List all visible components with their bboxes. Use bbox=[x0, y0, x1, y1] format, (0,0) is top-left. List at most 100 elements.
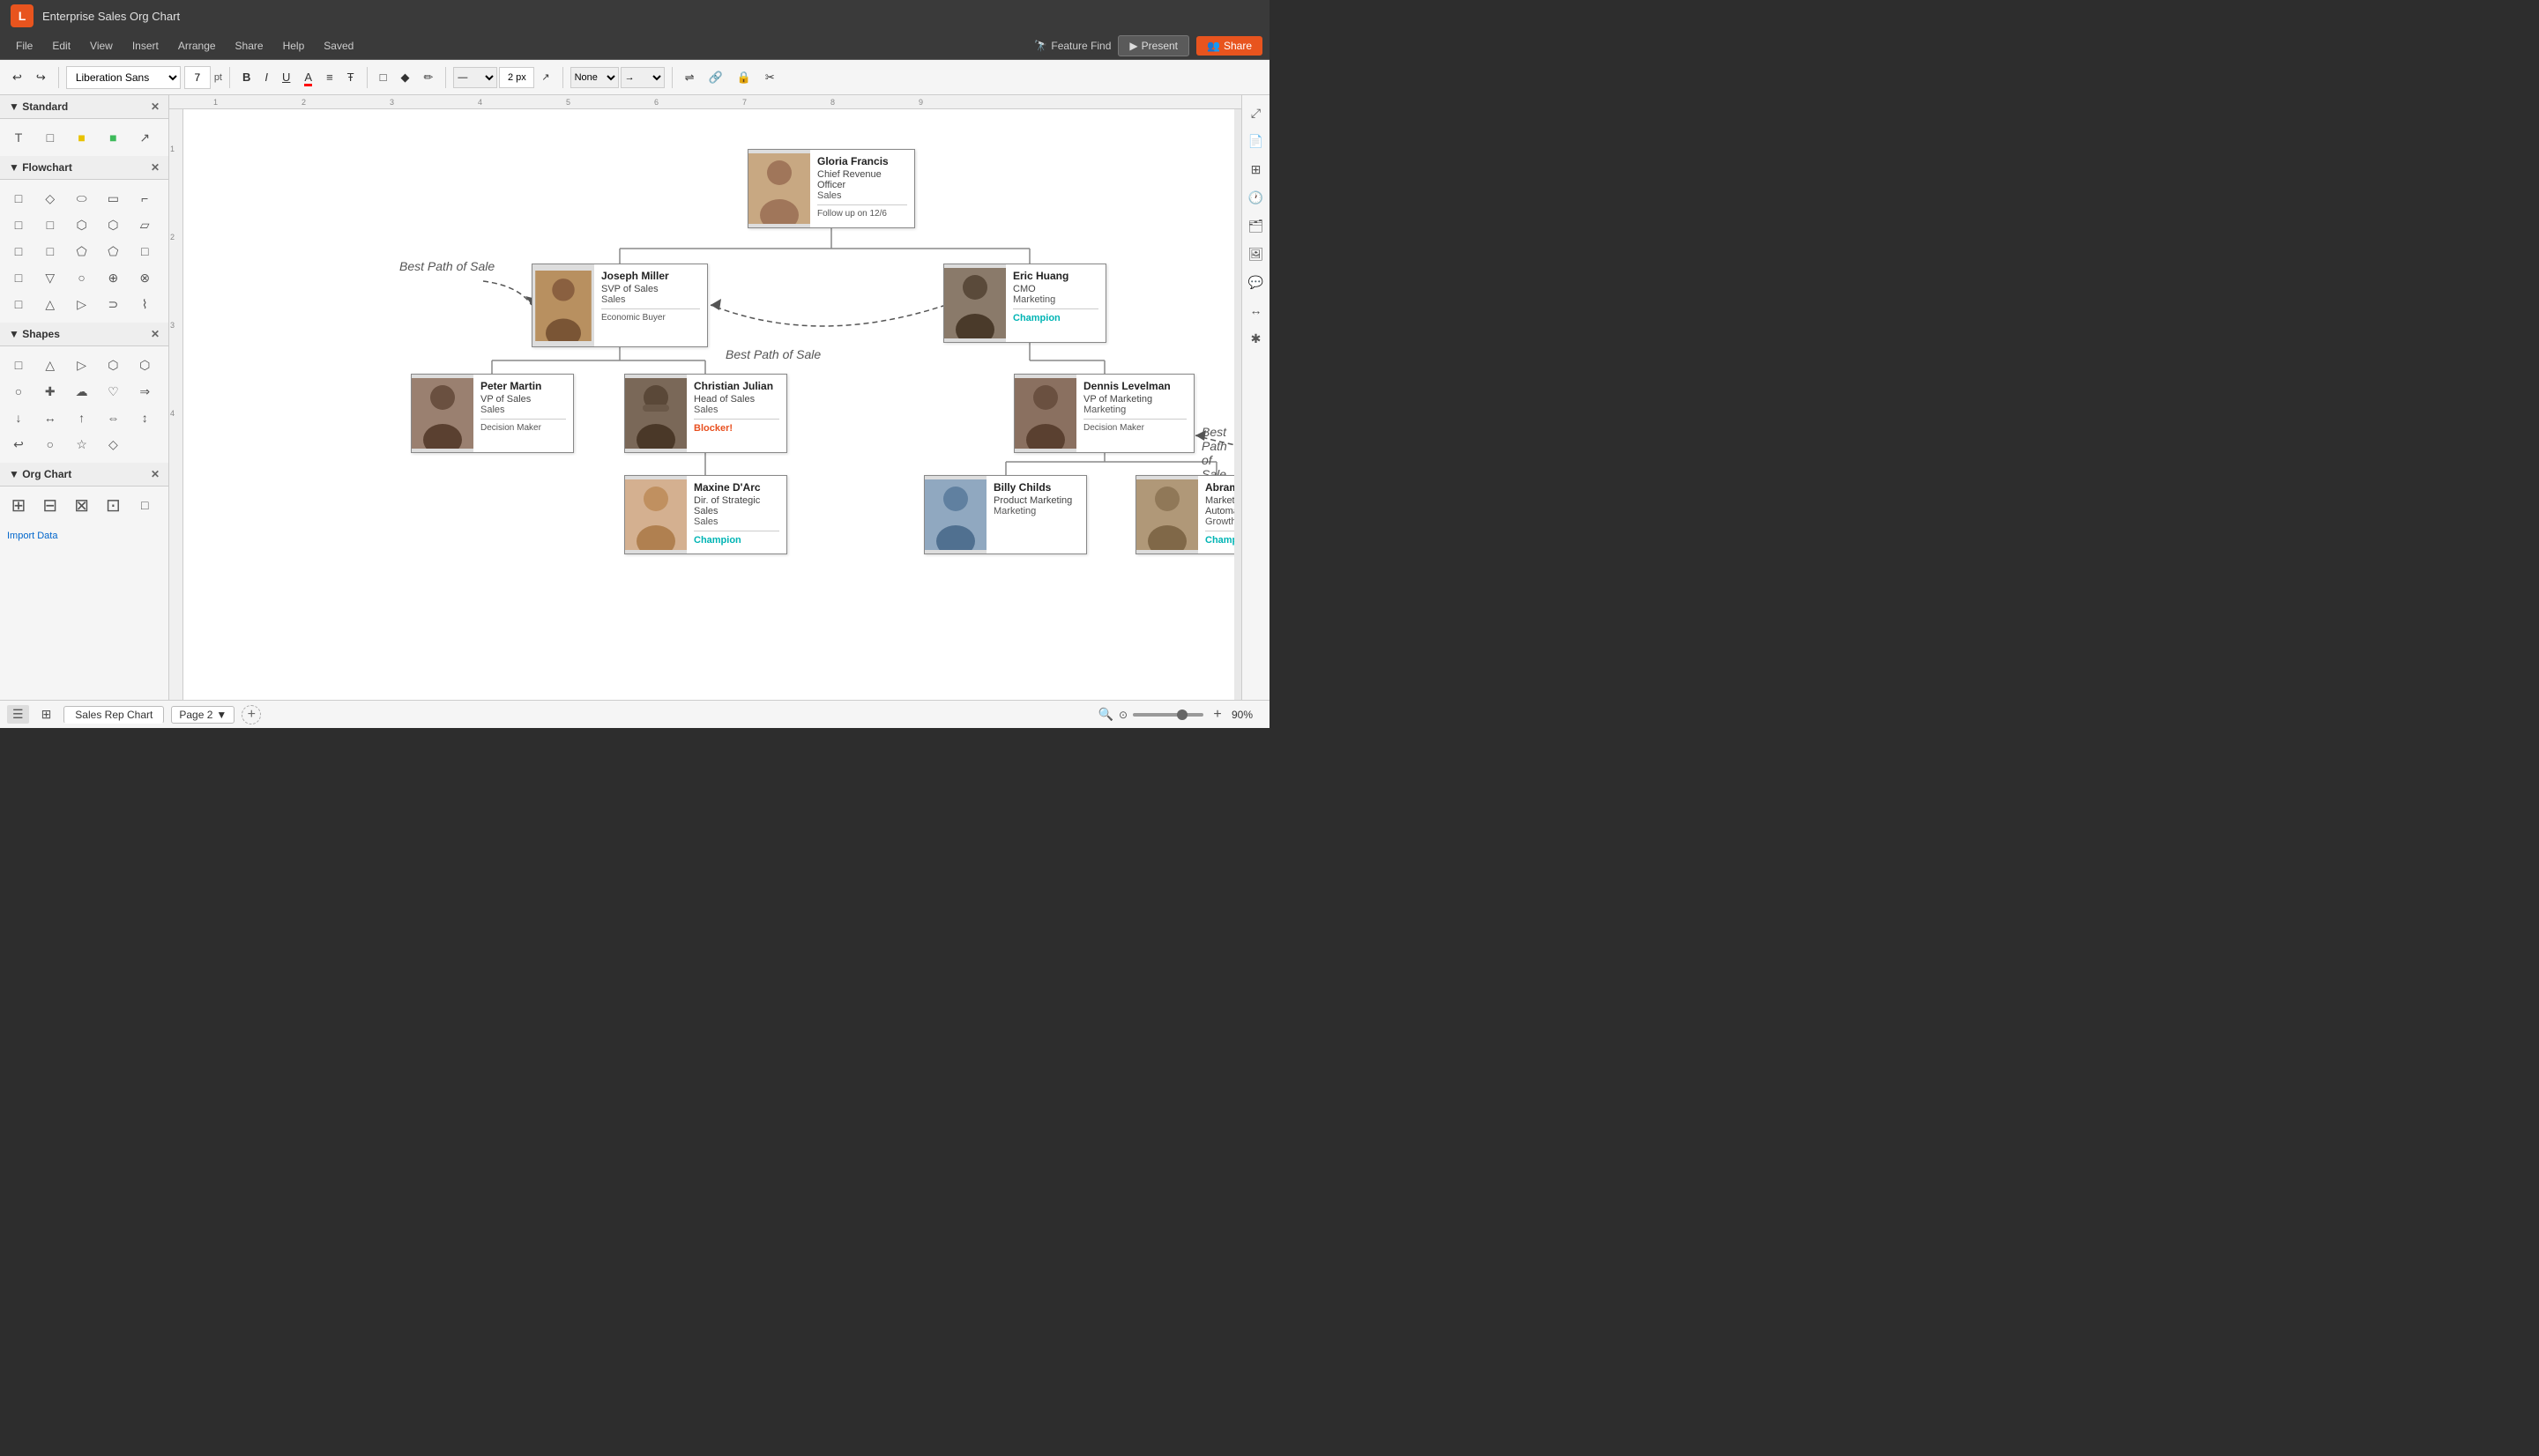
menu-help[interactable]: Help bbox=[274, 36, 314, 56]
fc-s4[interactable]: □ bbox=[39, 240, 62, 263]
fc-pent2[interactable]: ⬠ bbox=[101, 240, 124, 263]
shape-text[interactable]: T bbox=[7, 126, 30, 149]
node-maxine[interactable]: Maxine D'Arc Dir. of Strategic Sales Sal… bbox=[624, 475, 787, 554]
italic-button[interactable]: I bbox=[259, 67, 273, 87]
menu-view[interactable]: View bbox=[81, 36, 122, 56]
comment-icon[interactable]: 💬 bbox=[1246, 271, 1267, 293]
shape-button[interactable]: □ bbox=[375, 67, 392, 87]
menu-saved[interactable]: Saved bbox=[315, 36, 362, 56]
feature-find-button[interactable]: 🔭 Feature Find bbox=[1034, 40, 1111, 52]
resize-icon[interactable]: ↔ bbox=[1246, 300, 1267, 321]
fc-arrow-r[interactable]: ▷ bbox=[71, 293, 93, 316]
font-color-button[interactable]: A bbox=[299, 67, 317, 87]
text-format-button[interactable]: Ŧ bbox=[342, 67, 360, 87]
node-joseph[interactable]: Joseph Miller SVP of Sales Sales Economi… bbox=[532, 264, 708, 347]
fc-angle[interactable]: ⌐ bbox=[133, 187, 156, 210]
bold-button[interactable]: B bbox=[237, 67, 256, 87]
shape-yellow[interactable]: ■ bbox=[71, 126, 93, 149]
standard-close-icon[interactable]: ✕ bbox=[151, 100, 160, 113]
fc-plus[interactable]: ⊕ bbox=[101, 266, 124, 289]
node-billy[interactable]: Billy Childs Product Marketing Marketing bbox=[924, 475, 1087, 554]
tab-sales-rep-chart[interactable]: Sales Rep Chart bbox=[63, 706, 164, 724]
fc-s3[interactable]: □ bbox=[7, 240, 30, 263]
shapes-section-header[interactable]: ▼ Shapes ✕ bbox=[0, 323, 168, 346]
line-style-select[interactable]: — bbox=[453, 67, 497, 88]
sh-hex2[interactable]: ⬡ bbox=[133, 353, 156, 376]
sh-tri[interactable]: △ bbox=[39, 353, 62, 376]
zoom-in-button[interactable]: + bbox=[1209, 706, 1226, 724]
orgchart-section-header[interactable]: ▼ Org Chart ✕ bbox=[0, 463, 168, 487]
fill-color-button[interactable]: ◆ bbox=[395, 67, 414, 88]
fc-s1[interactable]: □ bbox=[7, 213, 30, 236]
flowchart-close-icon[interactable]: ✕ bbox=[151, 161, 160, 174]
arrow-style-select[interactable]: → bbox=[621, 67, 665, 88]
oc-tree4[interactable]: ⊡ bbox=[101, 494, 124, 516]
node-eric[interactable]: Eric Huang CMO Marketing Champion bbox=[943, 264, 1106, 343]
fc-circle[interactable]: ○ bbox=[71, 266, 93, 289]
sh-cloud[interactable]: ☁ bbox=[71, 380, 93, 403]
share-button[interactable]: 👥 Share bbox=[1196, 36, 1262, 56]
align-button[interactable]: ≡ bbox=[321, 67, 339, 87]
fc-s7[interactable]: □ bbox=[7, 293, 30, 316]
grid-icon[interactable]: ⊞ bbox=[1246, 159, 1267, 180]
menu-insert[interactable]: Insert bbox=[123, 36, 168, 56]
sh-arrow-v[interactable]: ↕ bbox=[133, 406, 156, 429]
present-button[interactable]: ▶ Present bbox=[1118, 35, 1189, 56]
page-selector[interactable]: Page 2 ▼ bbox=[171, 706, 235, 724]
fc-hex2[interactable]: ⬡ bbox=[101, 213, 124, 236]
fc-s6[interactable]: □ bbox=[7, 266, 30, 289]
line-color-button[interactable]: ✏ bbox=[418, 67, 438, 88]
sh-heart[interactable]: ♡ bbox=[101, 380, 124, 403]
sh-star[interactable]: ☆ bbox=[71, 433, 93, 456]
extra-options-button[interactable]: ⇌ bbox=[680, 67, 700, 88]
drawing-canvas[interactable]: Best Path of Sale Best Path of Sale Best… bbox=[183, 109, 1234, 700]
fc-para[interactable]: ▱ bbox=[133, 213, 156, 236]
menu-file[interactable]: File bbox=[7, 36, 41, 56]
fc-diamond[interactable]: ◇ bbox=[39, 187, 62, 210]
menu-edit[interactable]: Edit bbox=[43, 36, 79, 56]
node-dennis[interactable]: Dennis Levelman VP of Marketing Marketin… bbox=[1014, 374, 1195, 453]
line-width-input[interactable] bbox=[499, 67, 534, 88]
redo-button[interactable]: ↪ bbox=[31, 67, 51, 88]
fc-pent[interactable]: ⬠ bbox=[71, 240, 93, 263]
standard-section-header[interactable]: ▼ Standard ✕ bbox=[0, 95, 168, 119]
orgchart-close-icon[interactable]: ✕ bbox=[151, 468, 160, 480]
fc-rect2[interactable]: ▭ bbox=[101, 187, 124, 210]
fc-tri[interactable]: △ bbox=[39, 293, 62, 316]
flowchart-section-header[interactable]: ▼ Flowchart ✕ bbox=[0, 156, 168, 180]
sh-arrow-d[interactable]: ↓ bbox=[7, 406, 30, 429]
sh-diam[interactable]: ◇ bbox=[101, 433, 124, 456]
oc-tree2[interactable]: ⊟ bbox=[39, 494, 62, 516]
sh-hex[interactable]: ⬡ bbox=[101, 353, 124, 376]
fc-crv[interactable]: ⊃ bbox=[101, 293, 124, 316]
page-icon[interactable]: 📄 bbox=[1246, 130, 1267, 152]
shapes-close-icon[interactable]: ✕ bbox=[151, 328, 160, 340]
fc-tri-down[interactable]: ▽ bbox=[39, 266, 62, 289]
fc-oval[interactable]: ⬭ bbox=[71, 187, 93, 210]
layers-icon[interactable]: 🗂 bbox=[1246, 215, 1267, 236]
fc-s5[interactable]: □ bbox=[133, 240, 156, 263]
sh-arrow-r[interactable]: ⇒ bbox=[133, 380, 156, 403]
import-data-link[interactable]: Import Data bbox=[0, 524, 168, 548]
fc-doc[interactable]: ⌇ bbox=[133, 293, 156, 316]
line-options-button[interactable]: ↗ bbox=[536, 68, 555, 86]
sh-curved[interactable]: ↩ bbox=[7, 433, 30, 456]
oc-box[interactable]: □ bbox=[133, 494, 156, 516]
font-family-select[interactable]: Liberation Sans bbox=[66, 66, 181, 89]
oc-tree3[interactable]: ⊠ bbox=[71, 494, 93, 516]
node-peter[interactable]: Peter Martin VP of Sales Sales Decision … bbox=[411, 374, 574, 453]
sh-cir[interactable]: ○ bbox=[7, 380, 30, 403]
format-icon[interactable]: ✱ bbox=[1246, 328, 1267, 349]
list-view-button[interactable]: ☰ bbox=[7, 705, 29, 724]
oc-tree1[interactable]: ⊞ bbox=[7, 494, 30, 516]
menu-arrange[interactable]: Arrange bbox=[169, 36, 225, 56]
shape-rect[interactable]: □ bbox=[39, 126, 62, 149]
sh-arrow-dh[interactable]: ⇔ bbox=[101, 406, 124, 429]
node-gloria[interactable]: Gloria Francis Chief Revenue Officer Sal… bbox=[748, 149, 915, 228]
connection-style-select[interactable]: None bbox=[570, 67, 619, 88]
sh-arrow-u[interactable]: ↑ bbox=[71, 406, 93, 429]
lock-button[interactable]: 🔒 bbox=[732, 67, 756, 88]
shape-arrow[interactable]: ↗ bbox=[133, 126, 156, 149]
font-size-input[interactable] bbox=[184, 66, 211, 89]
sh-arrow-h[interactable]: ↔ bbox=[39, 406, 62, 429]
